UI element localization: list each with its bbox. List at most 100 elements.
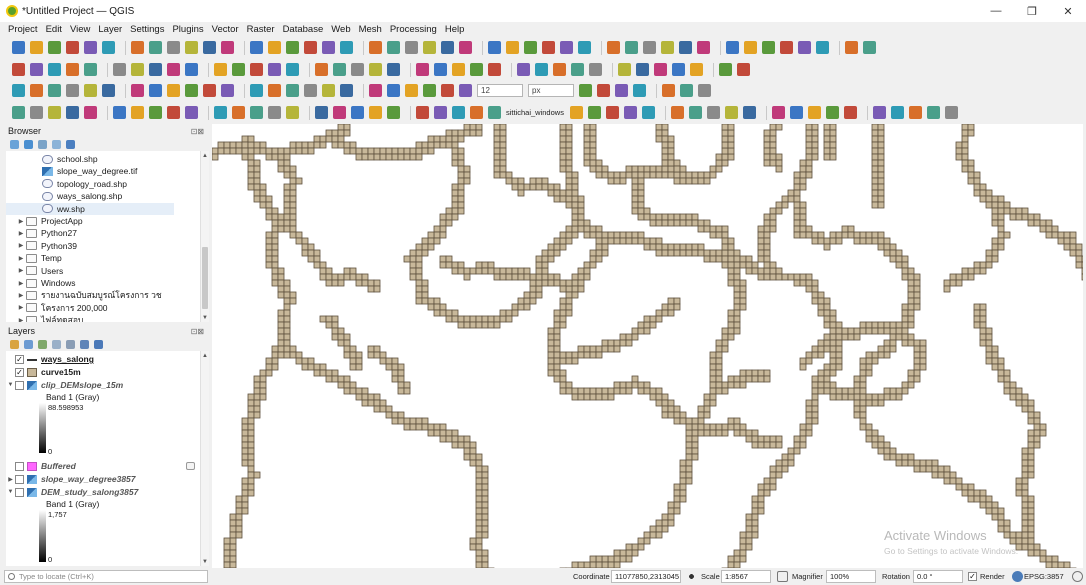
- scroll-down-icon[interactable]: ▼: [201, 313, 209, 322]
- panel-close-icon[interactable]: ⊡⊠: [191, 327, 204, 336]
- layer-visibility-checkbox[interactable]: ✓: [15, 354, 24, 364]
- tool-button-icon[interactable]: [724, 106, 738, 119]
- tool-button-icon[interactable]: [333, 63, 346, 76]
- tool-button-icon[interactable]: [488, 63, 501, 76]
- filter-icon[interactable]: [38, 139, 47, 149]
- layer-row[interactable]: ✓ curve15m: [6, 366, 81, 378]
- tool-button-icon[interactable]: [890, 106, 904, 119]
- tool-button-icon[interactable]: [286, 63, 299, 76]
- tool-button-icon[interactable]: [452, 63, 465, 76]
- tool-button-icon[interactable]: [589, 63, 602, 76]
- expand-arrow-icon[interactable]: ▼: [6, 382, 15, 388]
- browser-item[interactable]: ▶ Windows: [6, 277, 76, 289]
- tool-button-icon[interactable]: [340, 41, 353, 54]
- magnifier-field[interactable]: 100%: [826, 570, 876, 583]
- tool-button-icon[interactable]: [688, 106, 702, 119]
- tool-button-icon[interactable]: [926, 106, 940, 119]
- tool-button-icon[interactable]: [535, 63, 548, 76]
- browser-tree[interactable]: school.shp slope_way_degree.tif topology_r…: [6, 151, 200, 322]
- tool-button-icon[interactable]: [553, 63, 566, 76]
- user-label[interactable]: sittichai_windows: [506, 108, 564, 117]
- tool-button-icon[interactable]: [268, 63, 281, 76]
- menu-mesh[interactable]: Mesh: [359, 24, 382, 35]
- tool-button-icon[interactable]: [488, 106, 501, 119]
- tool-button-icon[interactable]: [250, 63, 263, 76]
- menu-vector[interactable]: Vector: [212, 24, 239, 35]
- tool-button-icon[interactable]: [131, 106, 144, 119]
- browser-item[interactable]: ▶ โครงการ 200,000: [6, 302, 108, 314]
- tool-button-icon[interactable]: [742, 106, 756, 119]
- tool-button-icon[interactable]: [286, 106, 299, 119]
- layer-row[interactable]: ▼ clip_DEMslope_15m: [6, 379, 124, 391]
- tool-button-icon[interactable]: [12, 106, 25, 119]
- tool-button-icon[interactable]: [698, 84, 711, 97]
- tool-button-icon[interactable]: [232, 63, 245, 76]
- tool-button-icon[interactable]: [369, 106, 382, 119]
- tool-button-icon[interactable]: [387, 63, 400, 76]
- tool-button-icon[interactable]: [185, 41, 198, 54]
- layer-visibility-checkbox[interactable]: [15, 461, 24, 471]
- tool-button-icon[interactable]: [351, 106, 364, 119]
- tool-button-icon[interactable]: [470, 63, 483, 76]
- tool-button-icon[interactable]: [434, 106, 447, 119]
- tool-button-icon[interactable]: [268, 106, 281, 119]
- layer-row[interactable]: Buffered: [6, 460, 76, 472]
- menu-help[interactable]: Help: [445, 24, 465, 35]
- tool-button-icon[interactable]: [459, 84, 472, 97]
- symbol-size-field[interactable]: 12: [477, 84, 523, 97]
- add-selected-icon[interactable]: [10, 139, 19, 149]
- tool-button-icon[interactable]: [807, 106, 821, 119]
- layer-row[interactable]: ▼ DEM_study_salong3857: [6, 486, 139, 498]
- menu-raster[interactable]: Raster: [247, 24, 275, 35]
- tool-button-icon[interactable]: [149, 63, 162, 76]
- browser-item[interactable]: topology_road.shp: [6, 178, 127, 190]
- menu-layer[interactable]: Layer: [98, 24, 122, 35]
- tool-button-icon[interactable]: [369, 63, 382, 76]
- tool-button-icon[interactable]: [944, 106, 958, 119]
- tool-button-icon[interactable]: [322, 84, 335, 97]
- tool-button-icon[interactable]: [845, 41, 858, 54]
- tool-button-icon[interactable]: [84, 106, 97, 119]
- browser-item[interactable]: ▶ Python27: [6, 227, 77, 239]
- browser-item[interactable]: ww.shp: [6, 202, 174, 215]
- tool-button-icon[interactable]: [625, 41, 638, 54]
- menu-view[interactable]: View: [70, 24, 90, 35]
- tool-button-icon[interactable]: [84, 63, 97, 76]
- expand-arrow-icon[interactable]: ▶: [16, 267, 26, 274]
- close-button[interactable]: ✕: [1050, 0, 1086, 22]
- tool-button-icon[interactable]: [203, 84, 216, 97]
- tool-button-icon[interactable]: [167, 63, 180, 76]
- tool-button-icon[interactable]: [416, 106, 429, 119]
- tool-button-icon[interactable]: [690, 63, 703, 76]
- tool-button-icon[interactable]: [84, 41, 97, 54]
- tool-button-icon[interactable]: [872, 106, 886, 119]
- tool-button-icon[interactable]: [654, 63, 667, 76]
- properties-icon[interactable]: [66, 139, 75, 149]
- scroll-up-icon[interactable]: ▲: [201, 151, 209, 160]
- tool-button-icon[interactable]: [416, 63, 429, 76]
- tool-button-icon[interactable]: [203, 41, 216, 54]
- scale-field[interactable]: 1:8567: [721, 570, 771, 583]
- tool-button-icon[interactable]: [167, 106, 180, 119]
- browser-item[interactable]: ▶ Temp: [6, 252, 62, 264]
- tool-button-icon[interactable]: [607, 41, 620, 54]
- layers-scrollbar[interactable]: ▲ ▼: [200, 351, 209, 566]
- tool-button-icon[interactable]: [706, 106, 720, 119]
- tool-button-icon[interactable]: [578, 41, 591, 54]
- layers-tree[interactable]: ✓ ways_salong ✓ curve15m ▼ clip_DEMslope…: [6, 351, 200, 566]
- tool-button-icon[interactable]: [863, 41, 876, 54]
- scroll-up-icon[interactable]: ▲: [201, 351, 209, 360]
- expand-arrow-icon[interactable]: ▶: [16, 292, 26, 299]
- tool-button-icon[interactable]: [517, 63, 530, 76]
- menu-project[interactable]: Project: [8, 24, 38, 35]
- tool-button-icon[interactable]: [30, 41, 43, 54]
- tool-button-icon[interactable]: [780, 41, 793, 54]
- tool-button-icon[interactable]: [524, 41, 537, 54]
- expand-arrow-icon[interactable]: ▶: [16, 230, 26, 237]
- tool-button-icon[interactable]: [286, 84, 299, 97]
- tool-button-icon[interactable]: [304, 41, 317, 54]
- tool-button-icon[interactable]: [661, 41, 674, 54]
- tool-button-icon[interactable]: [744, 41, 757, 54]
- tool-button-icon[interactable]: [221, 84, 234, 97]
- tool-button-icon[interactable]: [167, 84, 180, 97]
